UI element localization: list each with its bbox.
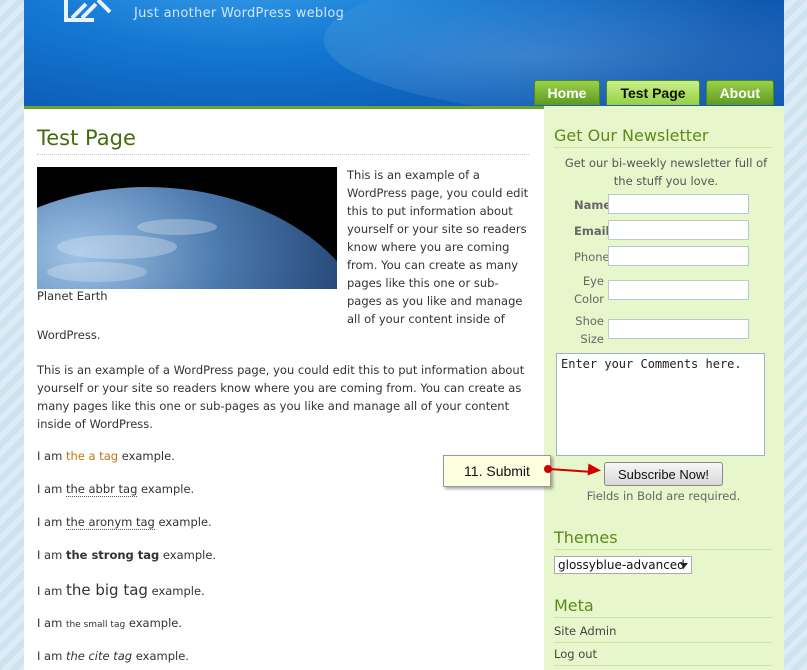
site-logo-icon[interactable]	[64, 0, 120, 24]
abbr-tag-text: the abbr tag	[65, 482, 138, 497]
example-small-tag: I am the small tag example.	[37, 616, 182, 630]
example-acronym-tag: I am the aronym tag example.	[37, 515, 212, 530]
sidebar: Get Our Newsletter Get our bi-weekly new…	[544, 106, 784, 670]
name-input[interactable]	[608, 194, 749, 214]
page-title: Test Page	[37, 126, 529, 155]
phone-label: Phone	[574, 250, 610, 264]
shoe-size-label-line1: Shoe	[575, 314, 604, 328]
phone-input[interactable]	[608, 246, 749, 266]
shoe-size-input[interactable]	[608, 319, 749, 339]
earth-illustration	[37, 167, 337, 289]
big-tag-text: the big tag	[65, 581, 148, 599]
callout-arrow-head-icon	[587, 463, 602, 477]
nav-tab-about[interactable]: About	[705, 80, 774, 105]
shoe-size-label-line2: Size	[580, 332, 604, 346]
main-content: Test Page Planet Earth This is an exampl…	[37, 106, 529, 663]
image-caption: Planet Earth	[37, 289, 108, 303]
page-wrapper: Just another WordPress weblog Home Test …	[24, 0, 784, 670]
themes-heading: Themes	[554, 528, 772, 550]
email-label: Email	[574, 224, 610, 238]
meta-link-site-admin[interactable]: Site Admin	[554, 624, 772, 643]
required-note: Fields in Bold are required.	[586, 489, 741, 503]
second-paragraph: This is an example of a WordPress page, …	[37, 363, 525, 431]
eye-color-label-line1: Eye	[582, 274, 604, 288]
cite-tag-text: the cite tag	[65, 649, 133, 663]
eye-color-label-line2: Color	[574, 292, 605, 306]
intro-paragraph: This is an example of a WordPress page, …	[347, 168, 529, 326]
example-a-tag: I am the a tag example.	[37, 449, 175, 463]
newsletter-description: Get our bi-weekly newsletter full of the…	[564, 156, 768, 188]
theme-select[interactable]: glossyblue-advanced	[554, 556, 692, 574]
a-tag-link[interactable]: the a tag	[66, 449, 118, 463]
subscribe-button[interactable]: Subscribe Now!	[604, 462, 723, 486]
acronym-tag-text: the aronym tag	[65, 515, 155, 530]
planet-earth-image	[37, 167, 337, 289]
email-input[interactable]	[608, 220, 749, 240]
step-callout: 11. Submit	[443, 455, 551, 487]
name-label: Name	[574, 198, 612, 212]
theme-select-value: glossyblue-advanced	[558, 558, 685, 572]
nav-tab-home[interactable]: Home	[533, 80, 601, 105]
strong-tag-text: the strong tag	[65, 548, 160, 562]
nav-tab-test-page[interactable]: Test Page	[606, 80, 700, 105]
newsletter-heading: Get Our Newsletter	[554, 126, 772, 148]
meta-heading: Meta	[554, 596, 772, 618]
meta-link-log-out[interactable]: Log out	[554, 647, 772, 666]
example-strong-tag: I am the strong tag example.	[37, 548, 217, 562]
example-cite-tag: I am the cite tag example.	[37, 649, 189, 663]
site-tagline: Just another WordPress weblog	[134, 6, 345, 21]
intro-paragraph-end: WordPress.	[37, 328, 101, 342]
example-abbr-tag: I am the abbr tag example.	[37, 482, 195, 497]
chevron-down-icon	[680, 563, 688, 568]
example-big-tag: I am the big tag example.	[37, 581, 205, 599]
main-nav: Home Test Page About	[533, 80, 774, 105]
small-tag-text: the small tag	[65, 620, 126, 630]
comments-textarea[interactable]: Enter your Comments here.	[556, 353, 765, 456]
eye-color-input[interactable]	[608, 280, 749, 300]
site-header: Just another WordPress weblog Home Test …	[24, 0, 784, 109]
